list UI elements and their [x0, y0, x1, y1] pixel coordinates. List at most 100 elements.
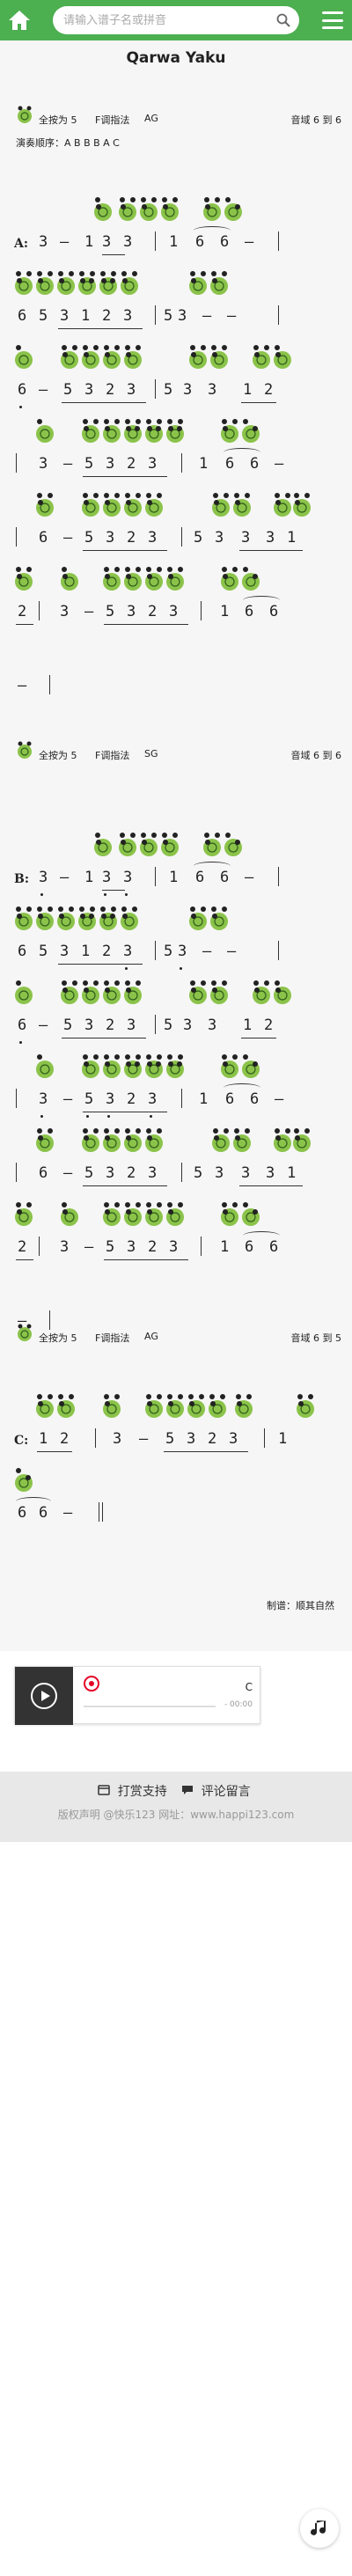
music-toggle-button[interactable]	[300, 2509, 339, 2548]
octave-dot	[150, 1115, 152, 1118]
fingering-hole-icon	[165, 1052, 185, 1082]
note-glyph: 5	[39, 943, 48, 960]
fingering-hole-icon	[232, 490, 252, 520]
note-glyph: 3	[148, 529, 158, 547]
staff-row: B: 3–1 3 3 1 6 6–	[14, 830, 341, 902]
fingering-hole-icon	[209, 342, 229, 372]
fingering-hole-icon	[102, 1391, 121, 1421]
fingering-hole-icon	[123, 490, 143, 520]
fingering-hole-icon	[14, 342, 33, 372]
beam-line	[83, 476, 167, 477]
fingering-hole-icon	[234, 1391, 253, 1421]
beam-line	[37, 1451, 72, 1452]
note-glyph: –	[39, 381, 48, 399]
fingering-hole-icon	[60, 342, 79, 372]
note-glyph: 3	[39, 869, 48, 886]
note-glyph: 2	[127, 1090, 136, 1108]
fingering-hole-icon	[211, 490, 231, 520]
menu-icon[interactable]	[320, 9, 345, 32]
note-glyph: 3	[39, 455, 48, 473]
fingering-hole-icon	[224, 194, 243, 224]
fingering-hole-icon	[77, 904, 97, 934]
note-glyph: 3	[183, 381, 193, 399]
beam-line	[104, 624, 188, 625]
note-glyph: 2	[102, 307, 112, 325]
note-glyph: 5	[164, 943, 173, 960]
octave-dot	[125, 967, 128, 970]
bar-line	[181, 453, 182, 473]
fingering-hole-icon	[14, 1200, 33, 1229]
note-glyph: 2	[106, 1016, 115, 1034]
note-glyph: 2	[208, 1430, 217, 1448]
fingering-label: F调指法	[95, 750, 130, 761]
fingering-name: AG	[144, 113, 158, 124]
note-glyph: 1	[243, 1016, 253, 1034]
fingering-hole-icon	[160, 830, 180, 860]
note-glyph: 5	[84, 455, 94, 473]
note-glyph: 1	[81, 943, 91, 960]
fingering-hole-icon	[139, 194, 158, 224]
staff-row: C: 1 2 3–5 3 2 3 1	[14, 1391, 341, 1464]
key-label: 全按为 5	[39, 1332, 77, 1344]
note-glyph: 1	[39, 1430, 48, 1448]
octave-dot	[19, 1041, 22, 1044]
fingering-hole-icon	[102, 978, 121, 1008]
progress-bar[interactable]	[84, 1706, 216, 1707]
search-input[interactable]	[63, 13, 276, 27]
fingering-hole-icon	[296, 1391, 315, 1421]
note-glyph: 6	[39, 529, 48, 547]
note-glyph: –	[245, 869, 254, 886]
fingering-hole-icon	[118, 194, 137, 224]
fingering-hole-icon	[77, 268, 97, 298]
play-icon[interactable]	[41, 1691, 50, 1701]
fingering-hole-icon	[209, 978, 229, 1008]
note-glyph: 3	[208, 1016, 217, 1034]
fingering-hole-icon	[209, 268, 229, 298]
note-glyph: 3	[148, 1164, 158, 1182]
slur-mark	[194, 862, 231, 870]
note-glyph: 3	[241, 1164, 251, 1182]
fingering-hole-icon	[102, 490, 121, 520]
netease-icon	[84, 1676, 99, 1692]
fingering-hole-icon	[35, 904, 55, 934]
note-glyph: 1	[84, 869, 94, 886]
search-icon[interactable]	[276, 13, 290, 27]
fingering-label: F调指法	[95, 114, 130, 126]
fingering-hole-icon	[144, 1126, 164, 1156]
beam-line	[83, 550, 167, 551]
note-glyph: 6	[195, 233, 205, 251]
fingering-hole-icon	[102, 342, 121, 372]
note-glyph: 5	[106, 1238, 115, 1256]
fingering-hole-icon	[224, 830, 243, 860]
home-button[interactable]	[0, 0, 39, 40]
copyright: 版权声明 @快乐123 网址：www.happi123.com	[57, 1809, 295, 1821]
note-glyph: 3	[60, 943, 70, 960]
fingering-hole-icon	[123, 416, 143, 446]
fingering-hole-icon	[56, 904, 76, 934]
fingering-hole-icon	[14, 564, 33, 594]
slur-mark	[16, 1497, 51, 1506]
note-glyph: 2	[264, 381, 274, 399]
comment-link[interactable]: 评论留言	[181, 1785, 253, 1799]
fingering-hole-icon	[202, 194, 222, 224]
search-box[interactable]	[53, 6, 299, 34]
fingering-hole-icon	[35, 268, 55, 298]
note-glyph: –	[63, 529, 73, 547]
staff-row: 2 3–5 3 2 3 1 6 6	[14, 564, 341, 636]
note-glyph: –	[84, 603, 94, 620]
fingering-hole-icon	[56, 268, 76, 298]
note-glyph: 2	[127, 455, 136, 473]
note-glyph: 3	[169, 1238, 179, 1256]
fingering-name: SG	[144, 748, 158, 760]
note-glyph: 3	[102, 233, 112, 251]
note-glyph: 2	[18, 1238, 27, 1256]
fingering-hole-icon	[102, 416, 121, 446]
music-player[interactable]: C - 00:00	[14, 1666, 260, 1725]
beam-line	[83, 1185, 167, 1186]
note-glyph: 3	[241, 529, 251, 547]
note-glyph: 5	[63, 381, 73, 399]
fingering-hole-icon	[292, 1126, 312, 1156]
donate-link[interactable]: 打赏支持	[98, 1785, 174, 1799]
album-cover[interactable]	[15, 1667, 73, 1725]
note-glyph: 2	[102, 943, 112, 960]
